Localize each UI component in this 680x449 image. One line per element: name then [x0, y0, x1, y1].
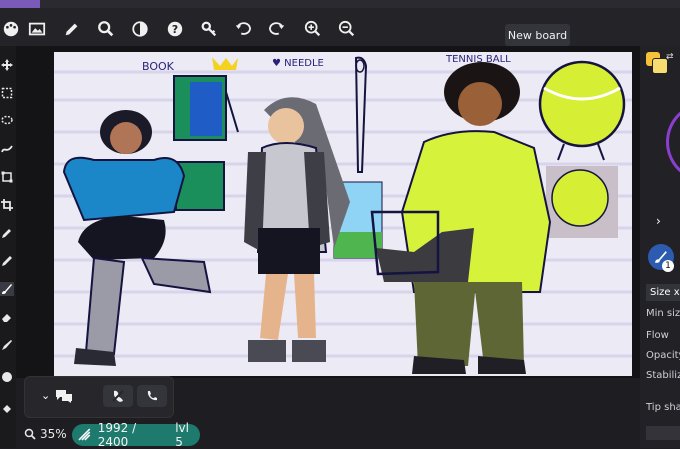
top-toolbar: ? New board: [0, 8, 680, 46]
level-label: lvl 5: [175, 421, 189, 449]
pen-icon[interactable]: [0, 254, 14, 268]
brush-count-badge: 1: [662, 260, 674, 272]
search-icon: [24, 428, 36, 440]
book-girl-figure: [62, 110, 212, 366]
book-reference: [175, 161, 225, 211]
chat-widget: ⌄: [24, 376, 174, 418]
min-size-label: Min size: [646, 308, 680, 319]
canvas-size-pill[interactable]: 1992 / 2400 lvl 5: [72, 421, 200, 449]
tennis-ball-character: [538, 60, 626, 161]
bucket-icon[interactable]: [0, 370, 14, 384]
move-icon[interactable]: [0, 58, 14, 72]
size-readout: 1992 / 2400: [97, 421, 137, 449]
brush-stroke-icon: [78, 428, 91, 441]
chat-bubbles-icon[interactable]: [55, 388, 73, 408]
top-strip: [0, 0, 680, 8]
chevron-down-icon[interactable]: ⌄: [41, 389, 50, 402]
tip-shape-label: Tip sha: [646, 402, 680, 413]
zoom-out-icon[interactable]: [336, 18, 358, 40]
color-wheel[interactable]: [666, 102, 680, 182]
label-needle: ♥ NEEDLE: [272, 58, 324, 69]
contrast-icon[interactable]: [129, 18, 151, 40]
smudge-icon[interactable]: [0, 142, 14, 156]
lasso-icon[interactable]: [0, 114, 14, 128]
image-icon[interactable]: [26, 18, 48, 40]
mute-button[interactable]: [103, 385, 133, 407]
needle-character: [354, 56, 368, 173]
artwork: BOOK ♥ NEEDLE TENNIS BALL: [54, 54, 632, 374]
zoom-indicator[interactable]: 35%: [24, 427, 67, 441]
zoom-in-icon[interactable]: [302, 18, 324, 40]
redo-icon[interactable]: [266, 18, 288, 40]
eyedropper-icon[interactable]: [0, 226, 14, 240]
needle-girl-figure: [244, 97, 350, 362]
swap-colors-icon[interactable]: ⇄: [666, 52, 674, 64]
brush-icon[interactable]: [0, 282, 14, 296]
fill-icon[interactable]: [0, 402, 14, 416]
pencil-icon[interactable]: [61, 18, 83, 40]
tennis-ball-person-figure: [370, 62, 552, 374]
left-tool-rail: [0, 46, 16, 448]
size-control[interactable]: Size x: [646, 284, 680, 301]
help-icon[interactable]: ?: [164, 18, 186, 40]
chevron-right-icon[interactable]: ›: [656, 214, 661, 228]
new-board-button[interactable]: New board: [505, 24, 570, 46]
phone-icon: [147, 391, 157, 401]
rect-select-icon[interactable]: [0, 86, 14, 100]
call-button[interactable]: [137, 385, 167, 407]
mute-icon: [112, 390, 124, 402]
palette-icon[interactable]: [0, 18, 22, 40]
opacity-label: Opacity: [646, 350, 680, 361]
zoom-value: 35%: [40, 427, 67, 441]
search-icon[interactable]: [95, 18, 117, 40]
eraser-icon[interactable]: [0, 310, 14, 324]
tip-shape-selector[interactable]: [646, 426, 680, 440]
book-character: [173, 57, 239, 141]
undo-icon[interactable]: [232, 18, 254, 40]
transform-icon[interactable]: [0, 170, 14, 184]
crop-icon[interactable]: [0, 198, 14, 212]
stabilizer-label: Stabiliz: [646, 370, 680, 381]
flow-label: Flow: [646, 330, 669, 341]
blend-icon[interactable]: [0, 338, 14, 352]
drawing-canvas[interactable]: BOOK ♥ NEEDLE TENNIS BALL: [54, 52, 632, 376]
svg-text:?: ?: [172, 23, 178, 36]
accent-bar: [0, 0, 40, 8]
right-brush-panel: ⇄ › 1 Size x Min size Flow Opacity Stabi…: [640, 46, 680, 448]
label-book: BOOK: [142, 60, 175, 73]
key-icon[interactable]: [198, 18, 220, 40]
